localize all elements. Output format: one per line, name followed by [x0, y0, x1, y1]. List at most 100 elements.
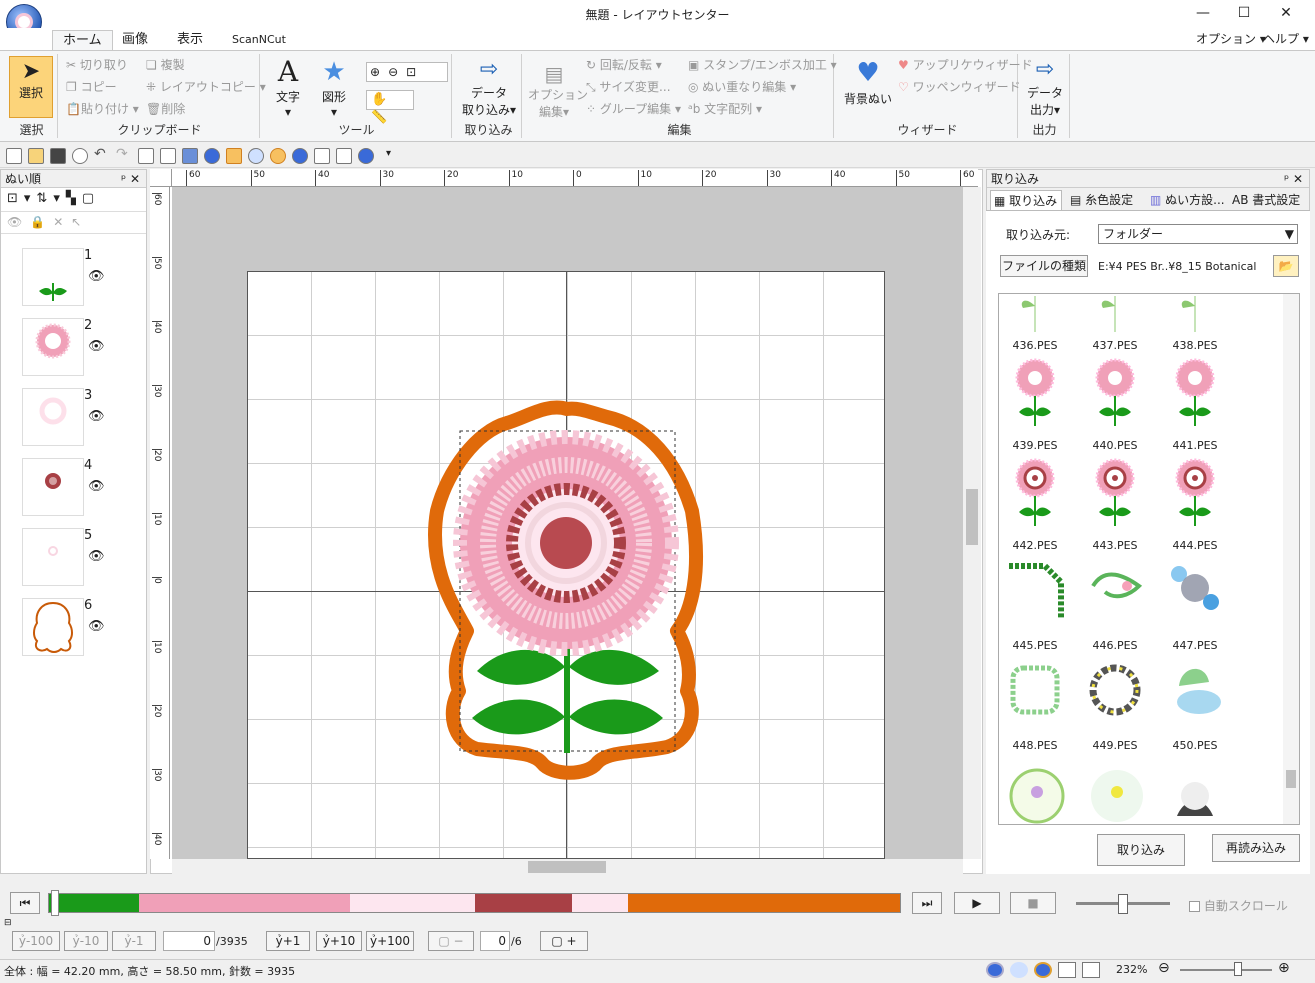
scroll-thumb[interactable]: [966, 489, 978, 545]
text-array-button[interactable]: ᵃb 文字配列 ▾: [688, 100, 762, 117]
layer-tools[interactable]: 👁🔒✕↖: [1, 212, 146, 234]
play-button[interactable]: ▶: [954, 892, 1000, 914]
design-thumbnail[interactable]: 440.PES: [1085, 356, 1155, 452]
page-view-icon[interactable]: [1082, 962, 1100, 978]
copy-button[interactable]: ❐ コピー: [66, 78, 117, 95]
undo-icon[interactable]: ↶: [94, 146, 106, 162]
visibility-eye-icon[interactable]: 👁: [88, 409, 105, 424]
layer-thumb-2[interactable]: [22, 318, 84, 376]
stitch-overlap-button[interactable]: ◎ ぬい重なり編集 ▾: [688, 78, 796, 95]
scroll-thumb[interactable]: [1286, 770, 1296, 788]
minimize-button[interactable]: —: [1183, 2, 1223, 24]
embroidery-design[interactable]: [247, 271, 885, 859]
select-button[interactable]: ➤ 選択: [9, 56, 53, 118]
pointer-icon[interactable]: ↖: [71, 215, 89, 229]
zoom-slider[interactable]: [1180, 969, 1272, 971]
rotate-flip-button[interactable]: ↻ 回転/反転 ▾: [586, 56, 662, 73]
step-plus-1[interactable]: ỷ+1: [266, 931, 310, 951]
help-menu[interactable]: ヘルプ ▾: [1263, 30, 1309, 47]
panel-pin-close-icon[interactable]: ᵖ ✕: [121, 170, 140, 188]
view-mode-buttons[interactable]: [986, 962, 1108, 980]
tab-stitch-settings[interactable]: ▥ ぬい方設...: [1150, 190, 1225, 210]
vertical-scrollbar[interactable]: [963, 187, 981, 859]
resize-button[interactable]: ⤡ サイズ変更...: [586, 78, 671, 95]
stitch-position-field[interactable]: 0: [163, 931, 215, 951]
stitch-order-toolbar[interactable]: ⊡▾⇅▾▚▢: [1, 188, 146, 212]
close-button[interactable]: ✕: [1266, 2, 1306, 24]
layer-thumb-1[interactable]: [22, 248, 84, 306]
zoom-in-icon[interactable]: ⊕: [1278, 960, 1290, 976]
stamp-emboss-button[interactable]: ▣ スタンプ/エンボス加工 ▾: [688, 56, 837, 73]
paste-button[interactable]: 📋貼り付け ▾: [66, 100, 139, 117]
fit-icon[interactable]: ⊡▾: [7, 191, 36, 206]
patch-wizard-button[interactable]: ♡ ワッペンウィザード: [898, 78, 1021, 95]
realistic-view-icon[interactable]: [270, 148, 286, 164]
view-mode-icon[interactable]: [138, 148, 154, 164]
stitch-color-timeline[interactable]: [48, 893, 901, 913]
zoom-slider-handle[interactable]: [1234, 962, 1242, 976]
color-position-field[interactable]: 0: [480, 931, 510, 951]
text-tool-button[interactable]: A 文字 ▾: [266, 56, 310, 120]
layer-thumb-4[interactable]: [22, 458, 84, 516]
print-icon[interactable]: [336, 148, 352, 164]
go-to-end-button[interactable]: ⏭: [912, 892, 942, 914]
cut-button[interactable]: ✂ 切り取り: [66, 56, 128, 73]
auto-scroll-checkbox[interactable]: 自動スクロール: [1189, 897, 1288, 914]
duplicate-button[interactable]: ❏ 複製: [146, 56, 185, 73]
design-thumbnail[interactable]: 437.PES: [1085, 296, 1155, 352]
color-plus-button[interactable]: ▢ +: [540, 931, 588, 951]
maximize-button[interactable]: ☐: [1224, 2, 1264, 24]
visibility-eye-icon[interactable]: 👁: [88, 479, 105, 494]
shape-tool-button[interactable]: ★ 図形 ▾: [312, 56, 356, 119]
reload-button[interactable]: 再読み込み: [1212, 834, 1300, 862]
zoom-tools[interactable]: ⊕⊖⊡: [366, 62, 448, 82]
horizontal-scrollbar[interactable]: [172, 859, 963, 875]
stop-button[interactable]: ■: [1010, 892, 1056, 914]
options-menu[interactable]: オプション ▾: [1196, 30, 1266, 47]
design-thumbnail[interactable]: 436.PES: [1005, 296, 1075, 352]
data-output-button[interactable]: ⇨ データ 出力▾: [1022, 56, 1068, 118]
applique-wizard-button[interactable]: ♥ アップリケウィザード: [898, 56, 1033, 73]
remove-icon[interactable]: ✕: [53, 215, 71, 229]
step-minus-100[interactable]: ỷ-100: [12, 931, 60, 951]
frame-icon[interactable]: ▢: [82, 191, 100, 206]
panel-pin-close-icon[interactable]: ᵖ ✕: [1284, 170, 1303, 188]
design-thumbnail[interactable]: 443.PES: [1085, 456, 1155, 552]
grid-view-icon[interactable]: [1058, 962, 1076, 978]
scroll-thumb[interactable]: [528, 861, 606, 873]
design-thumbnail[interactable]: 442.PES: [1005, 456, 1075, 552]
save-icon[interactable]: [50, 148, 66, 164]
color-minus-button[interactable]: ▢ −: [428, 931, 474, 951]
tab-view[interactable]: 表示: [167, 30, 213, 50]
tab-home[interactable]: ホーム: [52, 30, 113, 50]
eye-icon[interactable]: 👁: [7, 215, 30, 229]
redo-icon[interactable]: ↷: [116, 146, 128, 162]
visibility-eye-icon[interactable]: 👁: [88, 549, 105, 564]
design-thumbnail[interactable]: 444.PES: [1165, 456, 1235, 552]
file-type-button[interactable]: ファイルの種類: [1000, 255, 1088, 277]
sort-icon[interactable]: ⇅▾: [36, 191, 65, 206]
go-to-start-button[interactable]: ⏮: [10, 892, 40, 914]
layer-thumb-3[interactable]: [22, 388, 84, 446]
step-plus-10[interactable]: ỷ+10: [316, 931, 362, 951]
tab-import[interactable]: ▦ 取り込み: [990, 190, 1062, 210]
step-minus-1[interactable]: ỷ-1: [112, 931, 156, 951]
thumbs-scrollbar[interactable]: [1283, 294, 1299, 824]
blue-circle-icon[interactable]: [292, 148, 308, 164]
page-icon[interactable]: [160, 148, 176, 164]
step-plus-100[interactable]: ỷ+100: [366, 931, 414, 951]
design-thumbnail[interactable]: 438.PES: [1165, 296, 1235, 352]
zoom-out-icon[interactable]: ⊖: [1158, 960, 1170, 976]
design-thumbnail[interactable]: 445.PES: [1005, 556, 1075, 652]
visibility-eye-icon[interactable]: 👁: [88, 619, 105, 634]
tab-scanncut[interactable]: ScanNCut: [222, 30, 296, 50]
design-thumbnail[interactable]: 448.PES: [1005, 656, 1075, 752]
stitch-view-icon[interactable]: [986, 962, 1004, 978]
layout-copy-button[interactable]: ⁜ レイアウトコピー ▾: [146, 78, 266, 95]
ruler-toggle-icon[interactable]: [226, 148, 242, 164]
delete-button[interactable]: 🗑削除: [146, 100, 185, 117]
design-thumbnail[interactable]: 450.PES: [1165, 656, 1235, 752]
visibility-eye-icon[interactable]: 👁: [88, 339, 105, 354]
design-thumbnail[interactable]: 446.PES: [1085, 556, 1155, 652]
pan-measure-tools[interactable]: ✋📏: [366, 90, 414, 125]
